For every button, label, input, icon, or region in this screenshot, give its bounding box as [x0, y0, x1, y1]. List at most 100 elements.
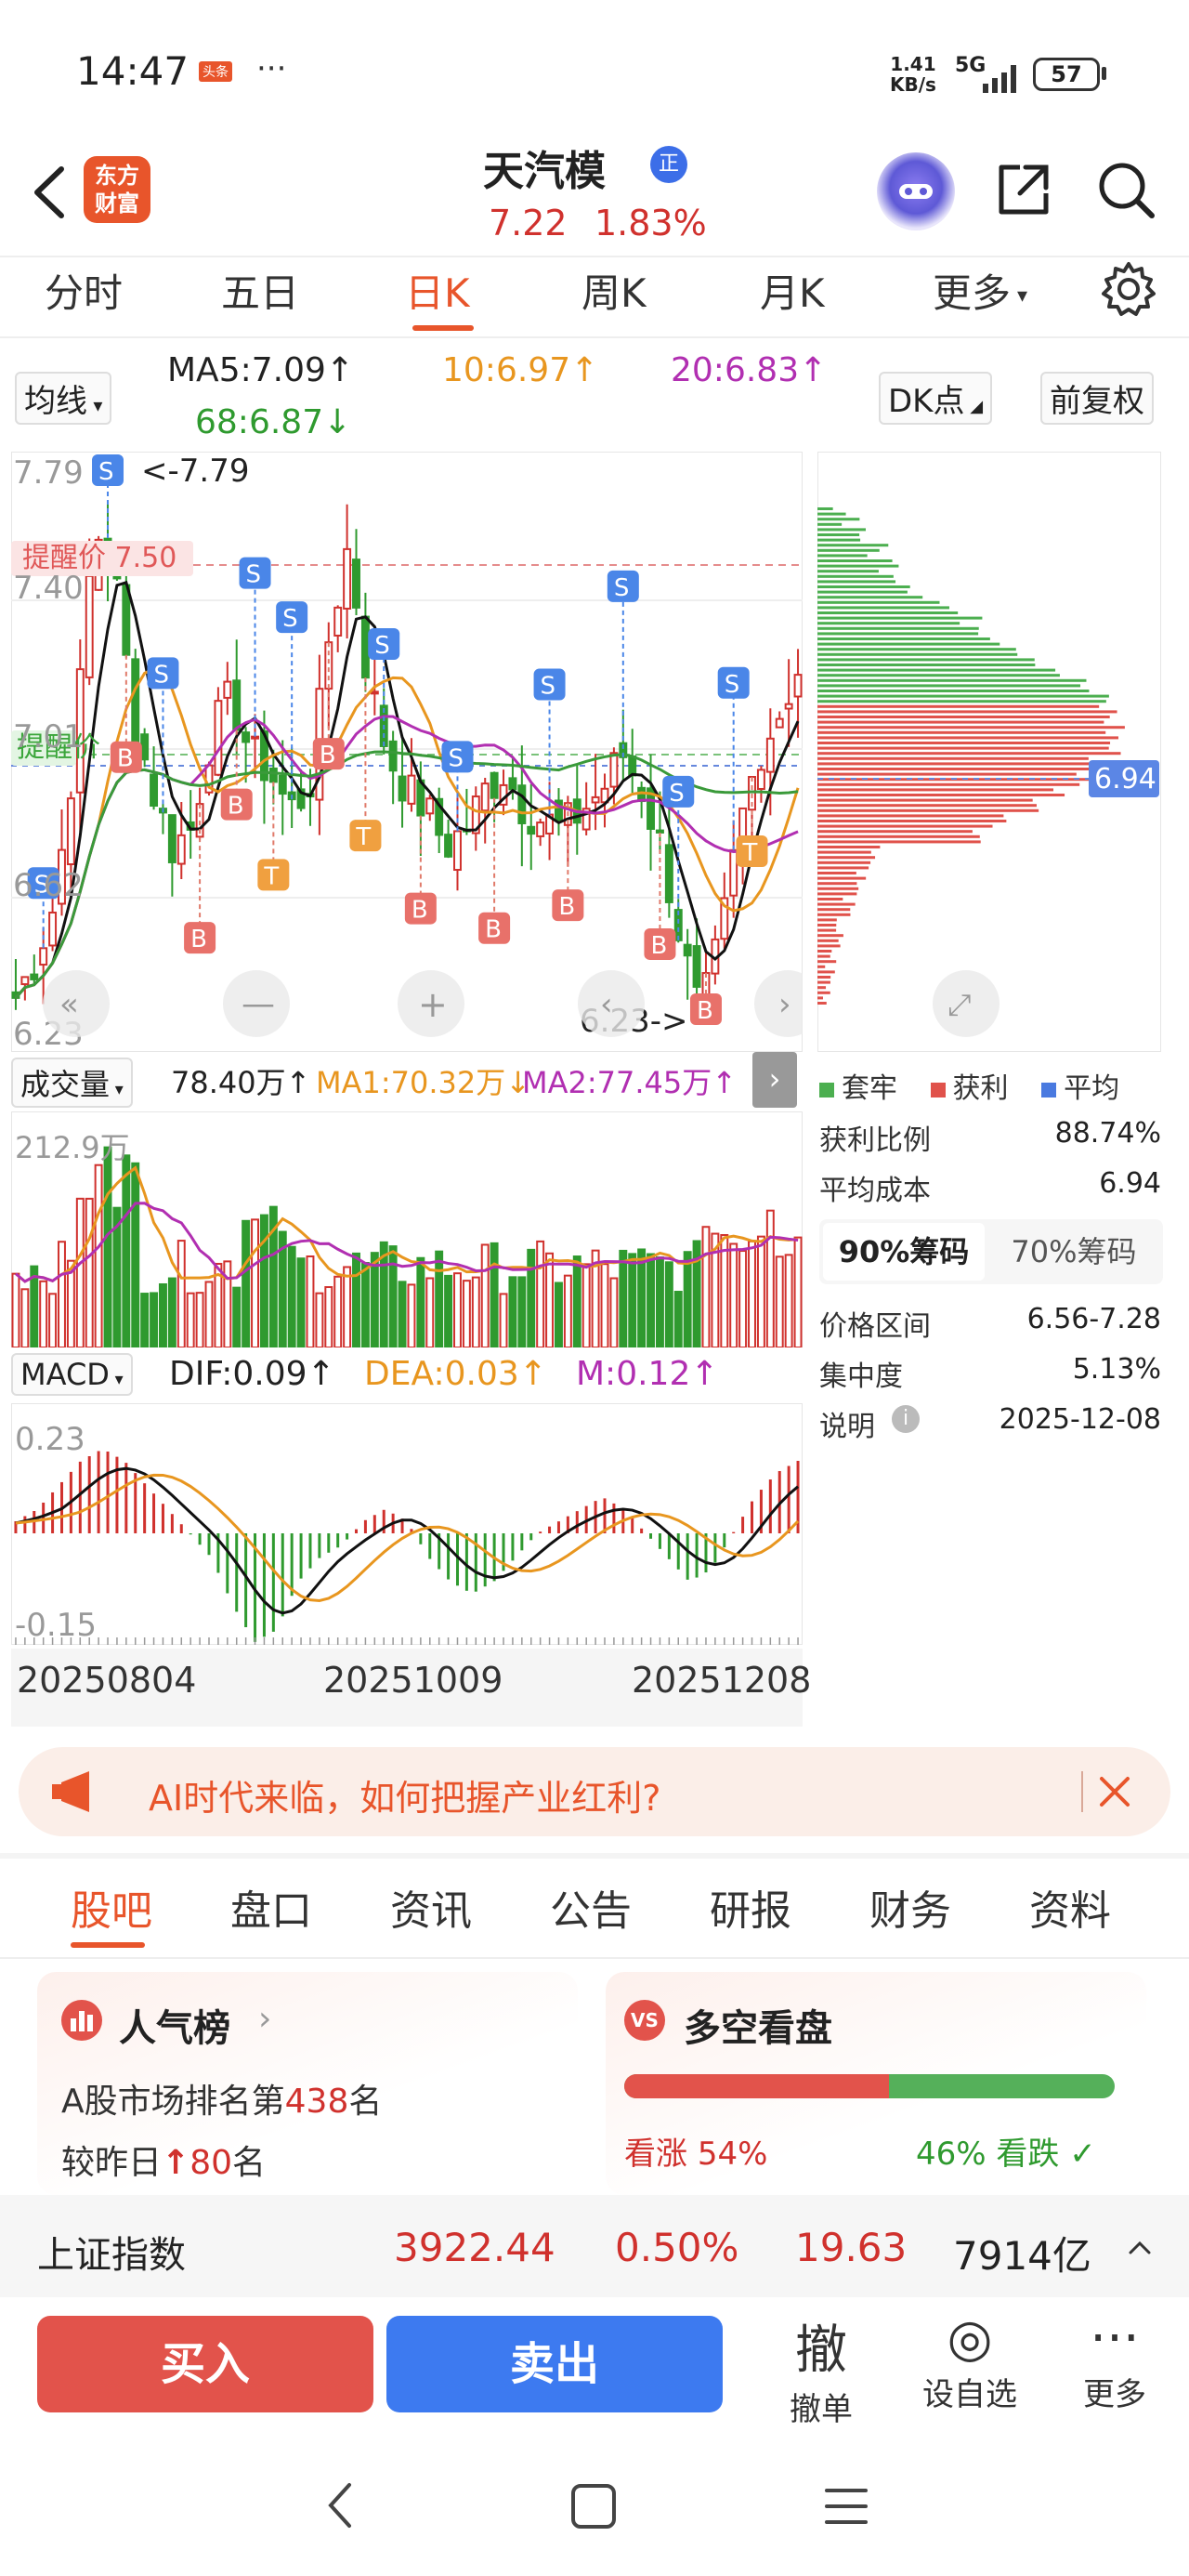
volume-bar	[738, 1250, 748, 1347]
signal-letter: S	[98, 458, 114, 486]
buy-button[interactable]: 买入	[37, 2316, 373, 2412]
volume-selector[interactable]: 成交量 ▾	[11, 1058, 133, 1108]
stock-price: 7.22	[489, 203, 568, 243]
share-icon[interactable]	[992, 158, 1055, 221]
chip-bar	[817, 730, 1106, 734]
nav-menu-icon[interactable]	[823, 2481, 869, 2531]
popularity-card[interactable]: 人气榜 › A股市场排名第438名 较昨日↑80名	[37, 1972, 578, 2195]
candle-body	[784, 703, 793, 710]
tab-news[interactable]: 资讯	[390, 1877, 472, 1937]
signal-letter: T	[742, 839, 758, 867]
volume-bar	[701, 1226, 711, 1347]
volume-bar	[75, 1197, 85, 1347]
chevron-up-icon[interactable]	[1126, 2234, 1154, 2262]
bull-bear-card[interactable]: VS 多空看盘 看涨 54% 46% 看跌 ✓	[606, 1972, 1146, 2195]
chip-bar	[817, 1002, 827, 1005]
signal-letter: S	[374, 632, 390, 660]
chip-bar	[817, 596, 923, 599]
back-arrow-icon[interactable]	[24, 160, 80, 225]
bull-bear-title: 多空看盘	[684, 2007, 832, 2050]
sell-button[interactable]: 卖出	[386, 2316, 723, 2412]
tab-pankou[interactable]: 盘口	[230, 1877, 312, 1937]
search-icon[interactable]	[1094, 158, 1157, 221]
candle-body	[232, 679, 242, 731]
chip-bar	[817, 710, 1117, 714]
guba-tabs-divider	[0, 1957, 1189, 1959]
index-value: 3922.44	[394, 2225, 555, 2270]
info-icon[interactable]: i	[892, 1405, 920, 1433]
nav-back-icon[interactable]	[321, 2477, 359, 2533]
tab-guba[interactable]: 股吧	[71, 1877, 152, 1937]
expand-icon[interactable]: ⤢	[933, 970, 1000, 1037]
candle-body	[66, 797, 75, 866]
zoom-in-icon[interactable]: +	[398, 970, 464, 1037]
signal-letter: B	[650, 932, 667, 960]
macd-selector[interactable]: MACD ▾	[11, 1353, 133, 1396]
candle-body	[388, 740, 398, 772]
volume-bar	[242, 1219, 251, 1347]
tab-weekly-k[interactable]: 周K	[581, 262, 647, 319]
promo-text[interactable]: AI时代来临，如何把握产业红利?	[149, 1769, 660, 1820]
tab-finance[interactable]: 财务	[869, 1877, 951, 1937]
tabs-divider	[0, 336, 1189, 338]
volume-bar	[315, 1292, 324, 1347]
tab-research[interactable]: 研报	[710, 1877, 791, 1937]
volume-bar	[581, 1263, 591, 1347]
chip-bar	[817, 814, 1004, 818]
cancel-order-tool[interactable]: 撤 撤单	[765, 2308, 877, 2429]
volume-bar	[370, 1252, 379, 1347]
tab-daily-k[interactable]: 日K	[405, 262, 470, 319]
add-watchlist-tool[interactable]: ◎ 设自选	[914, 2308, 1026, 2414]
tab-chip-90[interactable]: 90%筹码	[823, 1223, 985, 1281]
signal-letter: B	[558, 893, 575, 921]
chip-bar	[817, 544, 889, 547]
dk-point-button[interactable]: DK点 ◢	[879, 372, 993, 425]
volume-bar	[131, 1162, 140, 1347]
ma68-value: 68:6.87↓	[195, 403, 352, 441]
chip-bar	[817, 762, 1099, 766]
active-tab-underline	[412, 325, 474, 331]
tab-profile[interactable]: 资料	[1029, 1877, 1111, 1937]
zoom-out-icon[interactable]: —	[223, 970, 290, 1037]
volume-bar	[628, 1253, 637, 1347]
more-label: 更多	[1083, 2376, 1146, 2413]
tab-chip-70[interactable]: 70%筹码	[990, 1223, 1157, 1281]
status-time: 14:47	[76, 48, 189, 94]
settings-gear-icon[interactable]	[1098, 258, 1159, 320]
tab-intraday[interactable]: 分时	[45, 262, 123, 319]
volume-bar	[765, 1209, 775, 1347]
chevron-right-icon: ›	[258, 2000, 272, 2038]
collapse-panel-icon[interactable]: ›	[752, 1052, 797, 1108]
svg-text:⤢: ⤢	[947, 987, 972, 1022]
signal-letter: S	[282, 605, 298, 633]
chip-bar	[817, 684, 1081, 688]
chip-distribution-chart[interactable]: 6.94 ⤢	[817, 452, 1161, 1052]
tab-monthly-k[interactable]: 月K	[760, 262, 825, 319]
indicator-selector[interactable]: 均线 ▾	[15, 372, 112, 425]
stock-change-pct: 1.83%	[594, 203, 707, 243]
app-logo[interactable]: 东方 财富	[84, 156, 150, 223]
close-icon[interactable]	[1098, 1775, 1131, 1808]
volume-bar	[360, 1261, 370, 1347]
more-tool[interactable]: ··· 更多	[1059, 2308, 1170, 2414]
candle-body	[655, 829, 664, 834]
chip-bar	[817, 694, 1109, 698]
scroll-left-icon[interactable]: «	[43, 970, 110, 1037]
tab-five-day[interactable]: 五日	[221, 262, 299, 319]
volume-bar	[398, 1281, 407, 1347]
chip-bar	[817, 908, 851, 912]
chip-bar	[817, 600, 940, 604]
megaphone-icon	[52, 1771, 89, 1812]
kline-chart[interactable]: SSSSSSSSSSSBBBBBBBBBTTT 提醒价 7.50 提醒价 7.7…	[11, 452, 803, 1052]
nav-home-icon[interactable]	[568, 2481, 619, 2531]
step-left-icon[interactable]: ‹	[578, 970, 645, 1037]
signal-letter: B	[697, 997, 713, 1025]
signal-letter: B	[485, 916, 502, 944]
adjust-mode-button[interactable]: 前复权	[1040, 372, 1154, 425]
tab-announcements[interactable]: 公告	[550, 1877, 632, 1937]
volume-bar	[407, 1283, 416, 1347]
tab-more[interactable]: 更多 ▾	[933, 262, 1027, 319]
ai-assistant-avatar[interactable]	[877, 152, 955, 230]
chip-bar	[817, 756, 1089, 760]
date-mid: 20251009	[323, 1660, 503, 1701]
